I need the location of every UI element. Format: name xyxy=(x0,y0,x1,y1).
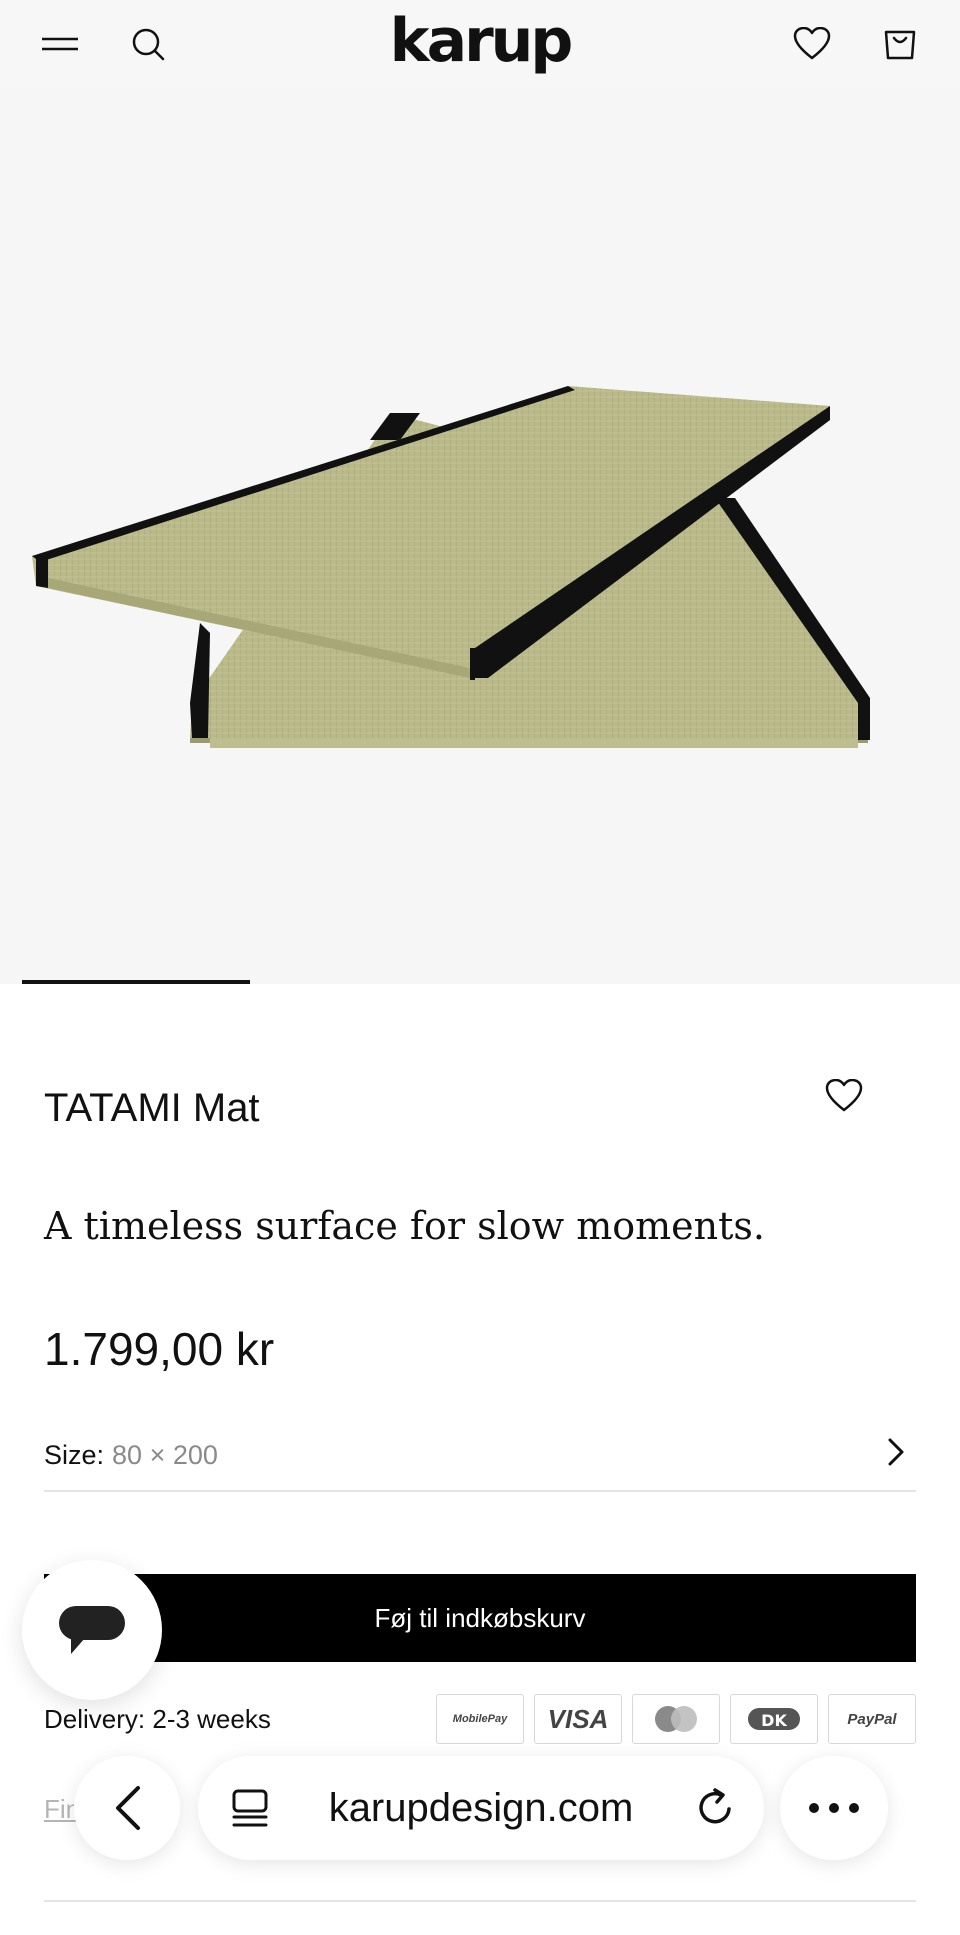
chat-button[interactable] xyxy=(22,1560,162,1700)
divider xyxy=(44,1900,916,1902)
chat-bubble-icon xyxy=(59,1606,125,1654)
tabs-icon[interactable] xyxy=(228,1786,272,1830)
site-header: karup xyxy=(0,0,960,88)
payment-label: MobilePay xyxy=(452,1713,508,1725)
product-title: TATAMI Mat xyxy=(44,1086,260,1130)
size-selector[interactable]: Size: 80 × 200 xyxy=(44,1420,916,1492)
dankort-icon: DK xyxy=(748,1708,800,1730)
product-image[interactable] xyxy=(0,88,960,984)
size-label: Size: xyxy=(44,1439,105,1470)
url-text[interactable]: karupdesign.com xyxy=(198,1756,764,1860)
delivery-info: Delivery: 2-3 weeks xyxy=(44,1704,271,1734)
chevron-right-icon[interactable] xyxy=(876,1432,916,1472)
reload-icon[interactable] xyxy=(694,1786,738,1830)
payment-mastercard xyxy=(632,1694,720,1744)
payment-mobilepay: MobilePay xyxy=(436,1694,524,1744)
more-icon[interactable] xyxy=(780,1756,888,1860)
gallery-progress-indicator xyxy=(22,980,250,984)
payment-label: PayPal xyxy=(847,1710,897,1728)
add-to-cart-button[interactable]: Føj til indkøbskurv xyxy=(44,1574,916,1662)
browser-address-bar[interactable]: karupdesign.com xyxy=(198,1756,764,1860)
payment-dankort: DK xyxy=(730,1694,818,1744)
search-icon[interactable] xyxy=(122,18,174,70)
payment-label: VISA xyxy=(547,1703,609,1734)
payment-paypal: PayPal xyxy=(828,1694,916,1744)
size-value: 80 × 200 xyxy=(112,1439,218,1470)
mastercard-icon xyxy=(655,1706,697,1732)
heart-icon[interactable] xyxy=(820,1072,868,1120)
browser-back-button[interactable] xyxy=(74,1756,180,1860)
product-tagline: A timeless surface for slow moments. xyxy=(44,1204,765,1248)
product-price: 1.799,00 kr xyxy=(44,1323,275,1375)
shopping-bag-icon[interactable] xyxy=(874,18,926,70)
heart-icon[interactable] xyxy=(786,18,838,70)
menu-icon[interactable] xyxy=(34,18,86,70)
payment-visa: VISA xyxy=(534,1694,622,1744)
svg-text:DK: DK xyxy=(761,1711,787,1730)
chevron-left-icon xyxy=(116,1786,140,1830)
